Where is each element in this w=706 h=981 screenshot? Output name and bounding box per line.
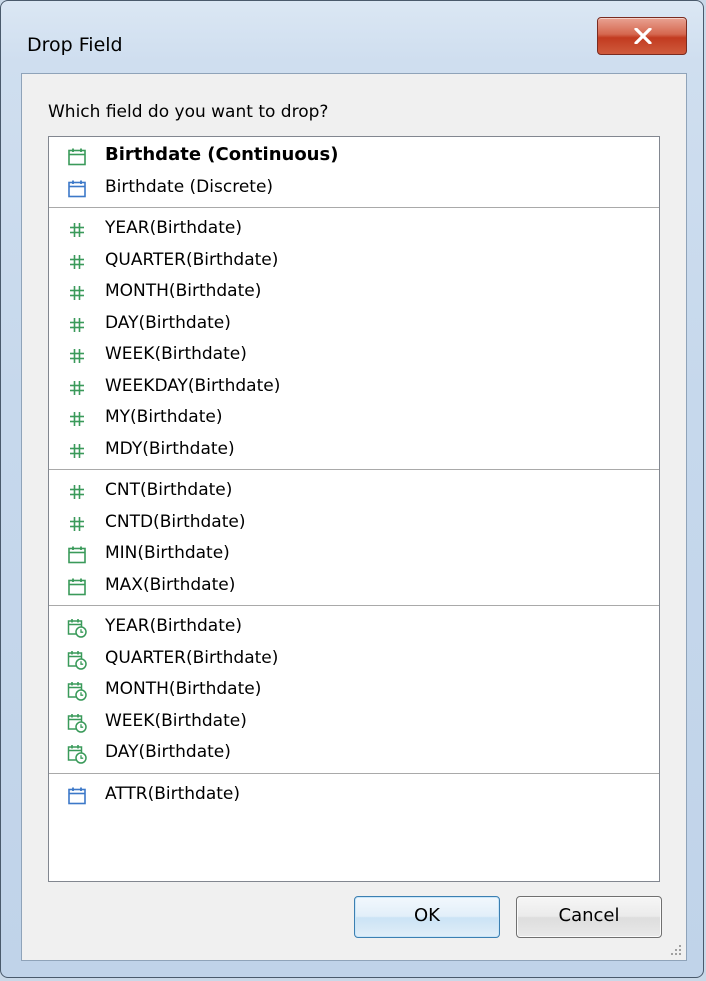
close-icon [634, 28, 652, 44]
field-option[interactable]: QUARTER(Birthdate) [49, 643, 659, 675]
field-option[interactable]: DAY(Birthdate) [49, 737, 659, 769]
field-option[interactable]: WEEK(Birthdate) [49, 339, 659, 371]
close-button[interactable] [597, 17, 687, 55]
hash-icon [67, 283, 87, 303]
field-option[interactable]: CNT(Birthdate) [49, 475, 659, 507]
hash-icon [67, 482, 87, 502]
hash-icon [67, 514, 87, 534]
title-bar[interactable]: Drop Field [1, 1, 703, 67]
calendar-icon [67, 545, 87, 565]
resize-grip-icon[interactable] [668, 942, 682, 956]
field-option-label: MAX(Birthdate) [105, 574, 236, 595]
calendar-icon [67, 179, 87, 199]
hash-icon [67, 378, 87, 398]
field-option-label: WEEKDAY(Birthdate) [105, 375, 281, 396]
calendar-clock-icon [67, 650, 87, 670]
field-option[interactable]: WEEKDAY(Birthdate) [49, 371, 659, 403]
field-option-label: QUARTER(Birthdate) [105, 647, 279, 668]
calendar-clock-icon [67, 681, 87, 701]
hash-icon [67, 220, 87, 240]
calendar-clock-icon [67, 744, 87, 764]
calendar-clock-icon [67, 618, 87, 638]
field-option-label: CNTD(Birthdate) [105, 511, 246, 532]
hash-icon [67, 315, 87, 335]
field-option-label: DAY(Birthdate) [105, 742, 231, 762]
calendar-icon [67, 147, 87, 167]
field-option[interactable]: YEAR(Birthdate) [49, 213, 659, 245]
field-option[interactable]: MDY(Birthdate) [49, 434, 659, 466]
field-option[interactable]: Birthdate (Continuous) [49, 140, 659, 172]
question-label: Which field do you want to drop? [48, 102, 329, 122]
field-option[interactable]: CNTD(Birthdate) [49, 507, 659, 539]
field-option-label: MONTH(Birthdate) [105, 281, 262, 301]
field-option-label: WEEK(Birthdate) [105, 344, 247, 364]
dialog-title: Drop Field [27, 34, 123, 56]
field-option[interactable]: QUARTER(Birthdate) [49, 245, 659, 277]
field-option-label: MDY(Birthdate) [105, 438, 235, 459]
field-option[interactable]: MAX(Birthdate) [49, 570, 659, 602]
hash-icon [67, 409, 87, 429]
field-option-label: ATTR(Birthdate) [105, 783, 241, 804]
hash-icon [67, 346, 87, 366]
drop-field-dialog: Drop Field Which field do you want to dr… [0, 0, 704, 978]
calendar-icon [67, 786, 87, 806]
field-option[interactable]: MIN(Birthdate) [49, 538, 659, 570]
field-option-label: WEEK(Birthdate) [105, 710, 247, 731]
cancel-button[interactable]: Cancel [516, 896, 662, 938]
field-option-label: CNT(Birthdate) [105, 480, 233, 500]
field-option-label: YEAR(Birthdate) [105, 616, 242, 636]
group-divider [49, 469, 659, 470]
field-option[interactable]: WEEK(Birthdate) [49, 706, 659, 738]
field-option[interactable]: MONTH(Birthdate) [49, 674, 659, 706]
group-divider [49, 605, 659, 606]
hash-icon [67, 252, 87, 272]
calendar-icon [67, 577, 87, 597]
field-option-label: MONTH(Birthdate) [105, 679, 262, 699]
group-divider [49, 772, 659, 774]
field-option-label: Birthdate (Discrete) [105, 176, 274, 197]
field-option[interactable]: MONTH(Birthdate) [49, 276, 659, 308]
dialog-body: Which field do you want to drop? Birthda… [21, 73, 687, 961]
field-option-label: Birthdate (Continuous) [105, 144, 339, 165]
field-option-label: QUARTER(Birthdate) [105, 249, 279, 270]
field-option[interactable]: Birthdate (Discrete) [49, 172, 659, 204]
field-option-label: MY(Birthdate) [105, 407, 223, 427]
field-listbox[interactable]: Birthdate (Continuous) Birthdate (Discret… [48, 136, 660, 882]
field-option[interactable]: DAY(Birthdate) [49, 308, 659, 340]
field-option[interactable]: ATTR(Birthdate) [49, 779, 659, 811]
calendar-clock-icon [67, 713, 87, 733]
field-option[interactable]: MY(Birthdate) [49, 402, 659, 434]
field-option-label: DAY(Birthdate) [105, 312, 231, 333]
field-option-label: MIN(Birthdate) [105, 543, 230, 563]
field-option-label: YEAR(Birthdate) [105, 218, 242, 238]
hash-icon [67, 441, 87, 461]
group-divider [49, 207, 659, 208]
ok-button[interactable]: OK [354, 896, 500, 938]
field-option[interactable]: YEAR(Birthdate) [49, 611, 659, 643]
